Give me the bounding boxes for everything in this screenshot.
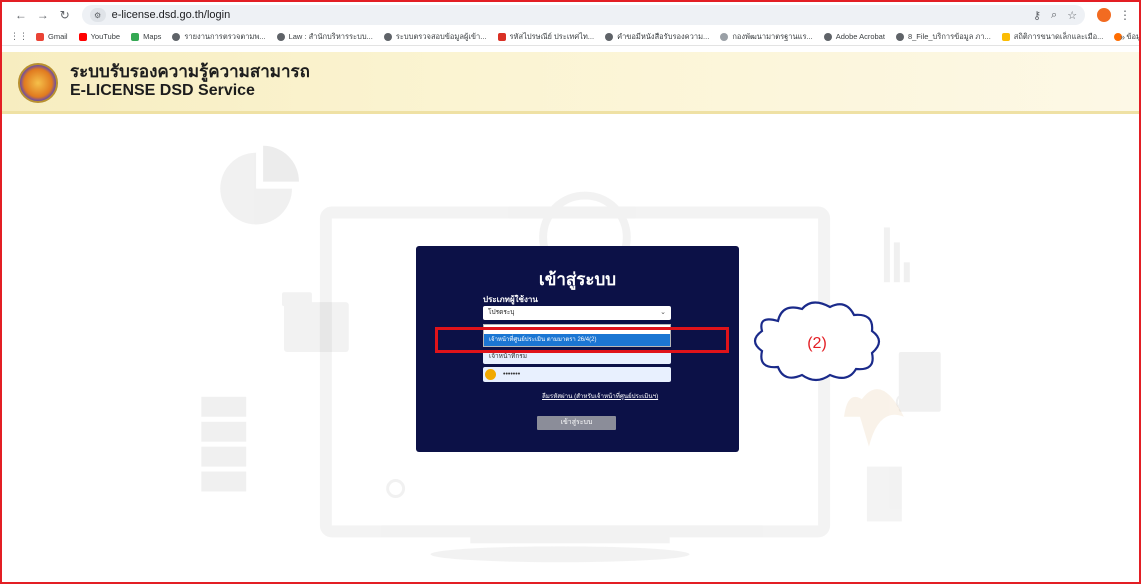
star-icon[interactable]: ☆: [1067, 9, 1077, 22]
flag-icon: [497, 32, 506, 41]
site-info-icon[interactable]: ⚙: [89, 8, 106, 22]
youtube-icon: [78, 32, 87, 41]
zoom-icon[interactable]: ⌕: [1051, 9, 1057, 22]
user-type-label: ประเภทผู้ใช้งาน: [483, 295, 538, 304]
bookmark-gmail[interactable]: Gmail: [36, 32, 68, 41]
bookmark-item[interactable]: กองพัฒนามาตรฐานแร...: [720, 31, 813, 43]
globe-icon: [823, 32, 832, 41]
back-icon[interactable]: ←: [10, 5, 32, 25]
key-icon[interactable]: ⚷: [1033, 9, 1041, 22]
key-icon: [485, 369, 496, 380]
password-field[interactable]: •••••••: [483, 367, 671, 382]
browser-toolbar: ← → ↻ ⚙ e-license.dsd.go.th/login ⚷ ⌕ ☆ …: [2, 2, 1139, 28]
forward-icon[interactable]: →: [32, 5, 54, 25]
bookmark-item[interactable]: ระบบตรวจสอบข้อมูลผู้เข้า...: [383, 31, 487, 43]
globe-icon: [895, 32, 904, 41]
site-title-thai: ระบบรับรองความรู้ความสามารถ: [70, 62, 310, 81]
globe-icon: [172, 32, 181, 41]
dsd-seal-logo: [18, 63, 58, 103]
login-button[interactable]: เข้าสู่ระบบ: [537, 416, 616, 430]
user-type-selected-value: โปรดระบุ: [488, 309, 515, 316]
seal-icon: [720, 32, 729, 41]
globe-icon: [276, 32, 285, 41]
bookmark-item[interactable]: Law : สำนักบริหารระบบ...: [276, 31, 373, 43]
bookmark-item[interactable]: ข้อมูลสำหรับผู้ประกอบ...: [1114, 31, 1139, 43]
forgot-password-link[interactable]: ลืมรหัสผ่าน (สำหรับเจ้าหน้าที่ศูนย์ประเม…: [542, 391, 658, 401]
lightning-icon: [1001, 32, 1010, 41]
bookmark-youtube[interactable]: YouTube: [78, 32, 120, 41]
chevron-down-icon: ⌄: [660, 309, 666, 316]
site-title-english: E-LICENSE DSD Service: [70, 82, 255, 99]
url-text: e-license.dsd.go.th/login: [111, 9, 231, 21]
login-title: เข้าสู่ระบบ: [538, 270, 617, 289]
bookmark-item[interactable]: รหัสไปรษณีย์ ประเทศไท...: [497, 31, 594, 43]
gmail-icon: [36, 32, 44, 41]
address-bar-actions: ⚷ ⌕ ☆: [1033, 9, 1077, 22]
bookmark-item[interactable]: Adobe Acrobat: [823, 32, 885, 41]
bookmark-item[interactable]: รายงานการตรวจตามพ...: [172, 31, 266, 43]
bookmark-item[interactable]: คำขอมีหนังสือรับรองความ...: [605, 31, 709, 43]
maps-icon: [131, 32, 140, 41]
user-type-select[interactable]: โปรดระบุ ⌄: [483, 306, 671, 320]
profile-avatar[interactable]: [1097, 8, 1111, 22]
bookmarks-bar: ⋮⋮ Gmail YouTube Maps รายงานการตรวจตามพ.…: [2, 28, 1139, 46]
bookmark-item[interactable]: 8_File_บริการข้อมูล ภา...: [895, 31, 991, 43]
more-bookmarks-icon[interactable]: »: [1120, 32, 1125, 42]
address-bar[interactable]: ⚙ e-license.dsd.go.th/login ⚷ ⌕ ☆: [81, 5, 1086, 25]
reload-icon[interactable]: ↻: [54, 5, 76, 25]
apps-icon[interactable]: ⋮⋮: [10, 31, 28, 42]
menu-icon[interactable]: ⋮: [1119, 8, 1131, 22]
globe-icon: [383, 32, 392, 41]
bookmark-maps[interactable]: Maps: [131, 32, 161, 41]
annotation-highlight-box: [435, 327, 729, 353]
bookmark-item[interactable]: สถิติการขนาดเล็กและเมือ...: [1001, 31, 1103, 43]
site-header: ระบบรับรองความรู้ความสามารถ E-LICENSE DS…: [2, 52, 1139, 114]
password-value: •••••••: [503, 371, 521, 378]
screenshot-frame: ← → ↻ ⚙ e-license.dsd.go.th/login ⚷ ⌕ ☆ …: [0, 0, 1141, 584]
annotation-step-label: (2): [807, 335, 827, 352]
globe-icon: [605, 32, 614, 41]
